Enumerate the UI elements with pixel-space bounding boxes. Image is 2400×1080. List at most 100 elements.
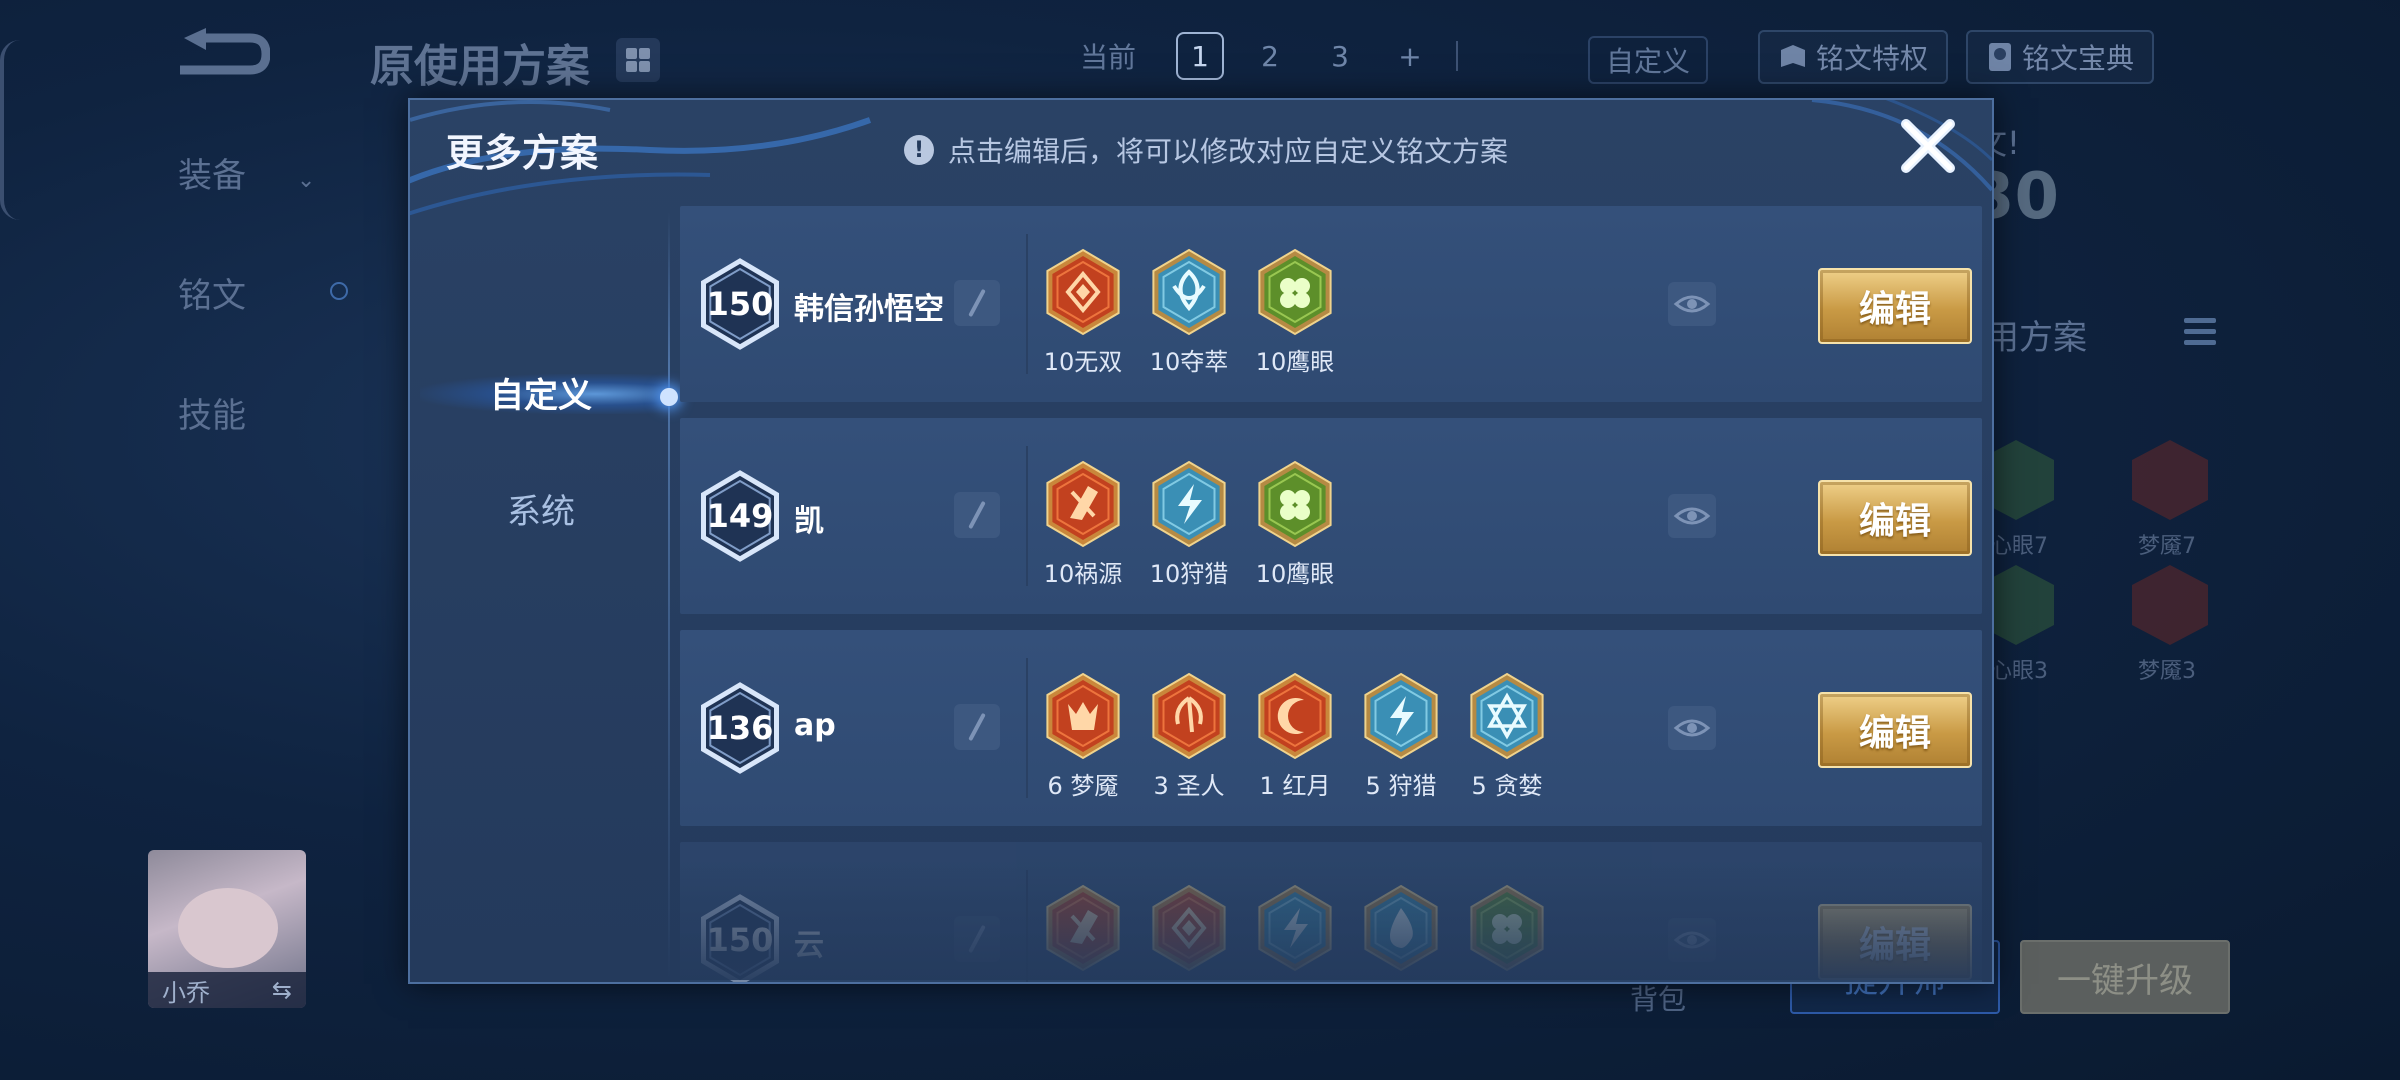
rune-bolt-icon <box>1148 460 1230 548</box>
edge-curve <box>0 40 24 220</box>
rune-clover-icon <box>1254 460 1336 548</box>
back-icon[interactable] <box>170 28 270 88</box>
rune-clover-icon <box>1254 248 1336 336</box>
eye-icon[interactable] <box>1668 918 1716 962</box>
info-icon: ! <box>904 135 934 165</box>
edit-button[interactable]: 编辑 <box>1818 904 1972 980</box>
rename-pencil-icon[interactable] <box>954 492 1000 538</box>
bg-custom-button[interactable]: 自定义 <box>1588 36 1709 84</box>
rename-pencil-icon[interactable] <box>954 280 1000 326</box>
rune-label: 5 贪婪 <box>1471 772 1543 800</box>
bg-plan-label: 用方案 <box>1985 318 2087 358</box>
bg-mini-rune-label: 梦魇7 <box>2138 534 2196 559</box>
edit-button[interactable]: 编辑 <box>1818 692 1972 768</box>
rename-pencil-icon[interactable] <box>954 916 1000 962</box>
bg-bag-label[interactable]: 背包 <box>1630 978 1686 1018</box>
rune-item[interactable]: 10狩猎 <box>1148 460 1230 589</box>
rune-label: 3 圣人 <box>1153 772 1225 800</box>
bg-page-title: 原使用方案 <box>370 41 590 92</box>
tab-custom-label: 自定义 <box>490 375 592 416</box>
rune-set: 10无双 10夺萃 10鹰眼 <box>1042 248 1336 377</box>
rune-item[interactable]: 6 梦魇 <box>1042 672 1124 801</box>
dialog-hint: ! 点击编辑后，将可以修改对应自定义铭文方案 <box>904 130 1508 170</box>
rune-bolt-icon <box>1360 672 1442 760</box>
bg-one-click-upgrade-button[interactable]: 一键升级 <box>2020 940 2230 1014</box>
level-number: 150 <box>706 285 774 323</box>
rune-item[interactable]: 10鹰眼 <box>1254 460 1336 589</box>
bg-page-1[interactable]: 1 <box>1176 32 1225 80</box>
plan-list[interactable]: 150 韩信孙悟空 10无双 10夺萃 10鹰眼 编辑 149 凯 10祸源 10狩猎 10鹰眼 编辑… <box>680 206 1982 982</box>
rune-item[interactable]: 3 圣人 <box>1148 672 1230 801</box>
rune-item[interactable] <box>1254 884 1336 978</box>
rune-demon-icon <box>1042 672 1124 760</box>
rune-label: 10狩猎 <box>1149 560 1229 588</box>
edit-button[interactable]: 编辑 <box>1818 480 1972 556</box>
dialog-header: 更多方案 ! 点击编辑后，将可以修改对应自定义铭文方案 <box>410 100 1992 216</box>
edit-button[interactable]: 编辑 <box>1818 268 1972 344</box>
hero-avatar[interactable]: 小乔 ⇆ <box>148 850 306 1008</box>
level-number: 149 <box>706 497 774 535</box>
rune-shard-icon <box>1042 460 1124 548</box>
row-divider <box>1026 234 1028 374</box>
codex-icon <box>1989 43 2011 71</box>
plan-name: 凯 <box>794 504 824 539</box>
plan-row: 150 云 编辑 <box>680 842 1982 982</box>
bg-rune-codex-button[interactable]: 铭文宝典 <box>1966 30 2155 84</box>
rune-item[interactable]: 10祸源 <box>1042 460 1124 589</box>
rune-label: 5 狩猎 <box>1365 772 1437 800</box>
bg-mini-rune <box>2132 565 2208 645</box>
menu-icon[interactable] <box>2184 318 2216 354</box>
row-divider <box>1026 870 1028 982</box>
bg-separator <box>1456 41 1459 71</box>
rune-item[interactable] <box>1466 884 1548 978</box>
chevron-down-icon: ⌄ <box>296 168 316 193</box>
tab-custom[interactable]: 自定义 <box>410 352 672 432</box>
hero-portrait <box>178 888 278 968</box>
bg-mini-rune <box>2132 440 2208 520</box>
rune-shard-icon <box>1042 884 1124 972</box>
rune-item[interactable] <box>1148 884 1230 978</box>
bg-page-add[interactable]: + <box>1386 32 1434 80</box>
plan-row: 136 ap 6 梦魇 3 圣人 1 红月 5 狩猎 5 贪婪 编辑 <box>680 630 1982 826</box>
rune-diamond-icon <box>1148 884 1230 972</box>
bg-current-label: 当前 <box>1080 41 1137 74</box>
rune-item[interactable]: 10鹰眼 <box>1254 248 1336 377</box>
bg-page-2[interactable]: 2 <box>1246 32 1294 80</box>
level-number: 150 <box>706 921 774 959</box>
rune-label: 10祸源 <box>1043 560 1123 588</box>
bg-page-3[interactable]: 3 <box>1316 32 1364 80</box>
bg-nav-skill[interactable]: 技能 <box>178 388 246 437</box>
bg-nav-equipment[interactable]: 装备 ⌄ <box>178 148 315 197</box>
close-icon[interactable] <box>1896 114 1960 178</box>
rune-item[interactable] <box>1360 884 1442 978</box>
rune-item[interactable]: 5 贪婪 <box>1466 672 1548 801</box>
swap-icon[interactable]: ⇆ <box>272 976 292 1004</box>
dialog-sidebar: 自定义 系统 <box>410 212 678 982</box>
bg-rune-privilege-button[interactable]: 铭文特权 <box>1758 30 1949 84</box>
rune-item[interactable]: 1 红月 <box>1254 672 1336 801</box>
bg-rune-codex-label: 铭文宝典 <box>2022 42 2135 75</box>
rune-drop-icon <box>1360 884 1442 972</box>
rune-item[interactable]: 10无双 <box>1042 248 1124 377</box>
tab-system[interactable]: 系统 <box>410 468 672 548</box>
bg-nav-rune[interactable]: 铭文 <box>178 268 246 317</box>
level-badge: 150 <box>696 258 784 350</box>
rune-diamond-icon <box>1042 248 1124 336</box>
grid-icon[interactable] <box>616 38 660 82</box>
rune-set: 6 梦魇 3 圣人 1 红月 5 狩猎 5 贪婪 <box>1042 672 1548 801</box>
rune-set: 10祸源 10狩猎 10鹰眼 <box>1042 460 1336 589</box>
eye-icon[interactable] <box>1668 494 1716 538</box>
rune-item[interactable]: 10夺萃 <box>1148 248 1230 377</box>
tab-system-label: 系统 <box>507 491 575 532</box>
rename-pencil-icon[interactable] <box>954 704 1000 750</box>
rune-label: 10夺萃 <box>1149 348 1229 376</box>
row-divider <box>1026 658 1028 798</box>
eye-icon[interactable] <box>1668 706 1716 750</box>
rune-clover-icon <box>1466 884 1548 972</box>
rune-item[interactable] <box>1042 884 1124 978</box>
rune-set <box>1042 884 1548 978</box>
rune-label: 1 红月 <box>1259 772 1331 800</box>
bg-nav-equipment-label: 装备 <box>178 156 246 196</box>
eye-icon[interactable] <box>1668 282 1716 326</box>
rune-item[interactable]: 5 狩猎 <box>1360 672 1442 801</box>
